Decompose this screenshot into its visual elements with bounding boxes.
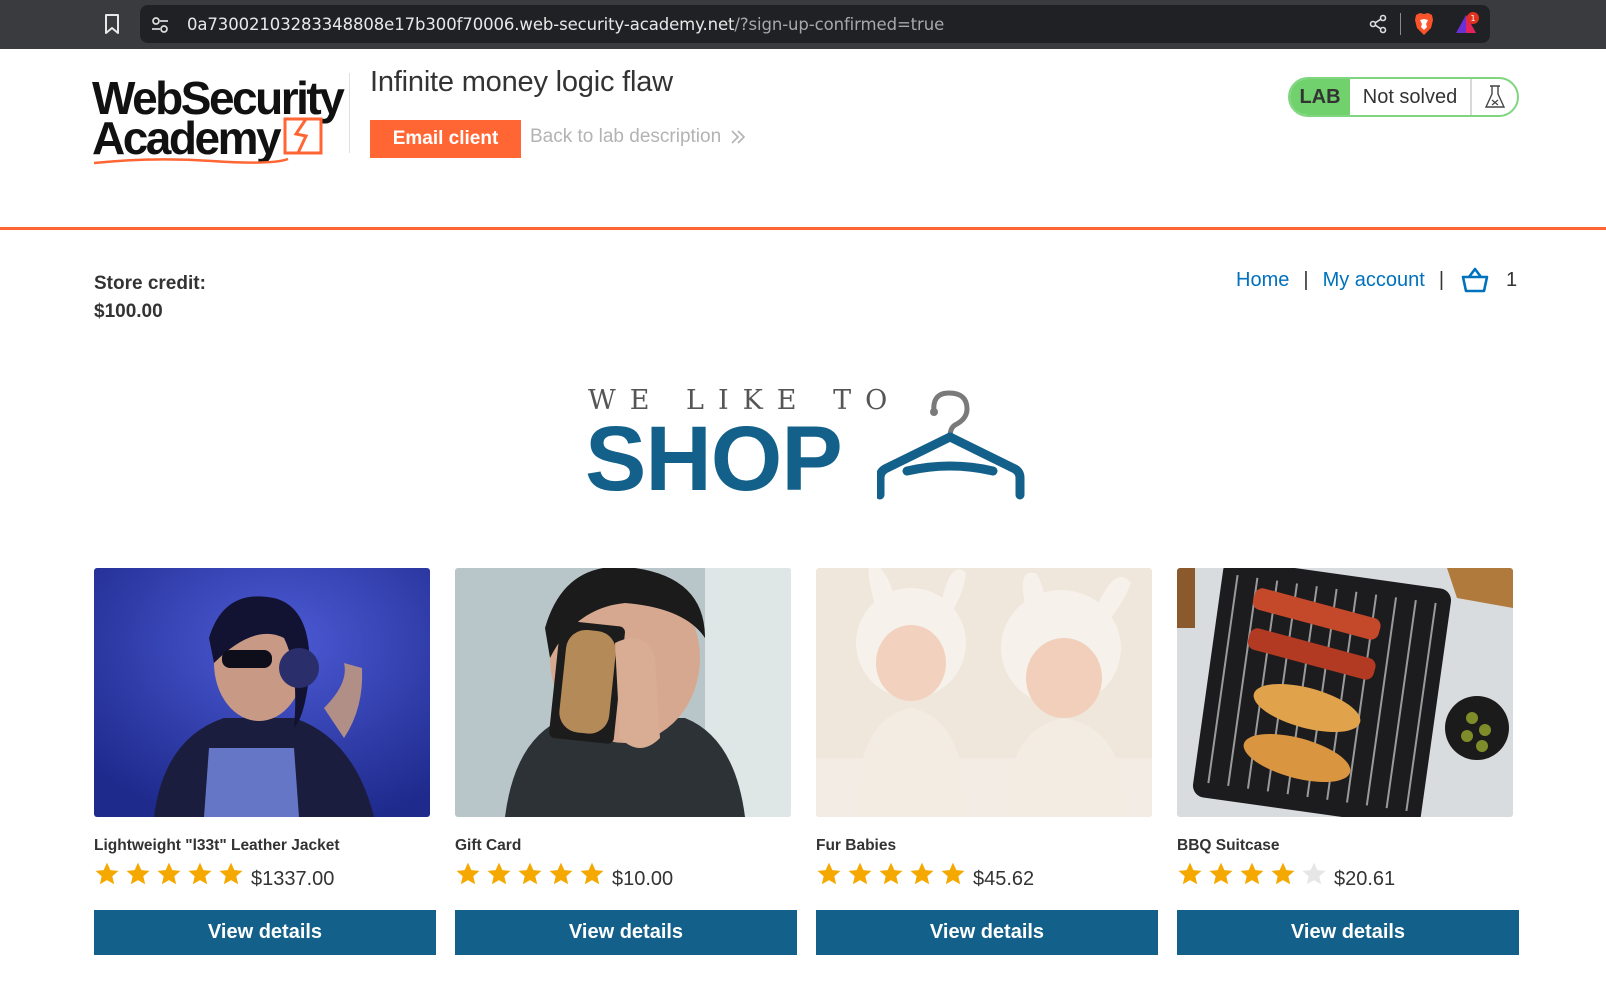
- star-rating: [816, 861, 966, 887]
- product-price: $20.61: [1334, 868, 1396, 890]
- site-settings-icon[interactable]: [150, 15, 170, 35]
- address-bar[interactable]: 0a73002103283348808e17b300f70006.web-sec…: [140, 5, 1490, 43]
- double-chevron-right-icon: [731, 130, 746, 144]
- back-to-lab-description-link[interactable]: Back to lab description: [530, 126, 747, 148]
- product-image[interactable]: [94, 568, 430, 817]
- top-navigation: Home | My account | 1: [1236, 266, 1517, 294]
- view-details-button[interactable]: View details: [455, 910, 797, 955]
- star-filled-icon: [518, 862, 542, 885]
- babies-bunny-hats-photo: [816, 568, 1152, 817]
- nav-separator: |: [1438, 268, 1445, 291]
- flask-icon-container: [1472, 79, 1517, 115]
- star-filled-icon: [1209, 862, 1233, 885]
- star-filled-icon: [95, 862, 119, 885]
- star-rating: [94, 861, 244, 887]
- store-credit-value: $100.00: [94, 301, 163, 322]
- product-name: Gift Card: [455, 837, 522, 854]
- star-filled-icon: [219, 862, 243, 885]
- lab-title: Infinite money logic flaw: [370, 66, 673, 98]
- star-filled-icon: [848, 862, 872, 885]
- star-filled-icon: [910, 862, 934, 885]
- product-name: Lightweight "l33t" Leather Jacket: [94, 837, 340, 854]
- woman-headphones-photo: [94, 568, 430, 817]
- nav-home-link[interactable]: Home: [1236, 269, 1289, 292]
- star-empty-icon: [1302, 862, 1326, 885]
- brave-rewards-icon[interactable]: 1: [1454, 11, 1480, 37]
- star-filled-icon: [817, 862, 841, 885]
- we-like-to-shop-banner: WE LIKE TO SHOP: [585, 385, 1025, 505]
- star-filled-icon: [549, 862, 573, 885]
- email-client-button[interactable]: Email client: [370, 120, 521, 158]
- url-host: 0a73002103283348808e17b300f70006.web-sec…: [187, 15, 735, 34]
- view-details-button[interactable]: View details: [816, 910, 1158, 955]
- star-filled-icon: [879, 862, 903, 885]
- view-details-button[interactable]: View details: [94, 910, 436, 955]
- lab-header: WebSecurity Academy Infinite money logic…: [0, 49, 1606, 230]
- product-name: BBQ Suitcase: [1177, 837, 1280, 854]
- banner-big-text: SHOP: [585, 408, 843, 510]
- star-filled-icon: [1271, 862, 1295, 885]
- lab-status-text: Not solved: [1350, 79, 1472, 115]
- product-price: $10.00: [612, 868, 674, 890]
- logo-bolt-icon: [283, 117, 323, 155]
- lab-badge: LAB: [1290, 79, 1350, 115]
- star-filled-icon: [487, 862, 511, 885]
- star-filled-icon: [580, 862, 604, 885]
- url-text[interactable]: 0a73002103283348808e17b300f70006.web-sec…: [187, 15, 944, 34]
- url-divider: [1400, 13, 1401, 35]
- star-rating: [1177, 861, 1327, 887]
- back-link-label: Back to lab description: [530, 126, 722, 147]
- flask-icon: [1484, 85, 1505, 108]
- person-holding-card-photo: [455, 568, 791, 817]
- star-filled-icon: [126, 862, 150, 885]
- product-image[interactable]: [1177, 568, 1513, 817]
- nav-separator: |: [1303, 268, 1309, 291]
- logo-underline: [93, 157, 289, 165]
- product-image[interactable]: [455, 568, 791, 817]
- rewards-count: 1: [1470, 14, 1475, 23]
- store-credit: Store credit: $100.00: [94, 270, 206, 326]
- star-filled-icon: [941, 862, 965, 885]
- shopping-basket-icon[interactable]: [1460, 266, 1490, 294]
- star-filled-icon: [1178, 862, 1202, 885]
- star-filled-icon: [157, 862, 181, 885]
- web-security-academy-logo[interactable]: WebSecurity Academy: [92, 71, 348, 167]
- clothes-hanger-icon: [877, 390, 1025, 500]
- store-credit-label: Store credit:: [94, 273, 206, 294]
- view-details-button[interactable]: View details: [1177, 910, 1519, 955]
- product-price: $1337.00: [251, 868, 335, 890]
- brave-shields-icon[interactable]: [1412, 11, 1436, 37]
- bbq-grill-photo: [1177, 568, 1513, 817]
- star-rating: [455, 861, 605, 887]
- product-name: Fur Babies: [816, 837, 897, 854]
- cart-count: 1: [1506, 268, 1518, 291]
- product-image[interactable]: [816, 568, 1152, 817]
- product-price: $45.62: [973, 868, 1035, 890]
- header-divider: [349, 73, 350, 153]
- star-filled-icon: [1240, 862, 1264, 885]
- url-path: /?sign-up-confirmed=true: [734, 15, 945, 34]
- nav-my-account-link[interactable]: My account: [1323, 269, 1425, 292]
- star-filled-icon: [456, 862, 480, 885]
- lab-status-widget: LAB Not solved: [1288, 77, 1519, 117]
- share-icon[interactable]: [1368, 14, 1388, 34]
- bookmark-icon[interactable]: [100, 12, 124, 36]
- star-filled-icon: [188, 862, 212, 885]
- browser-toolbar: 0a73002103283348808e17b300f70006.web-sec…: [0, 0, 1606, 49]
